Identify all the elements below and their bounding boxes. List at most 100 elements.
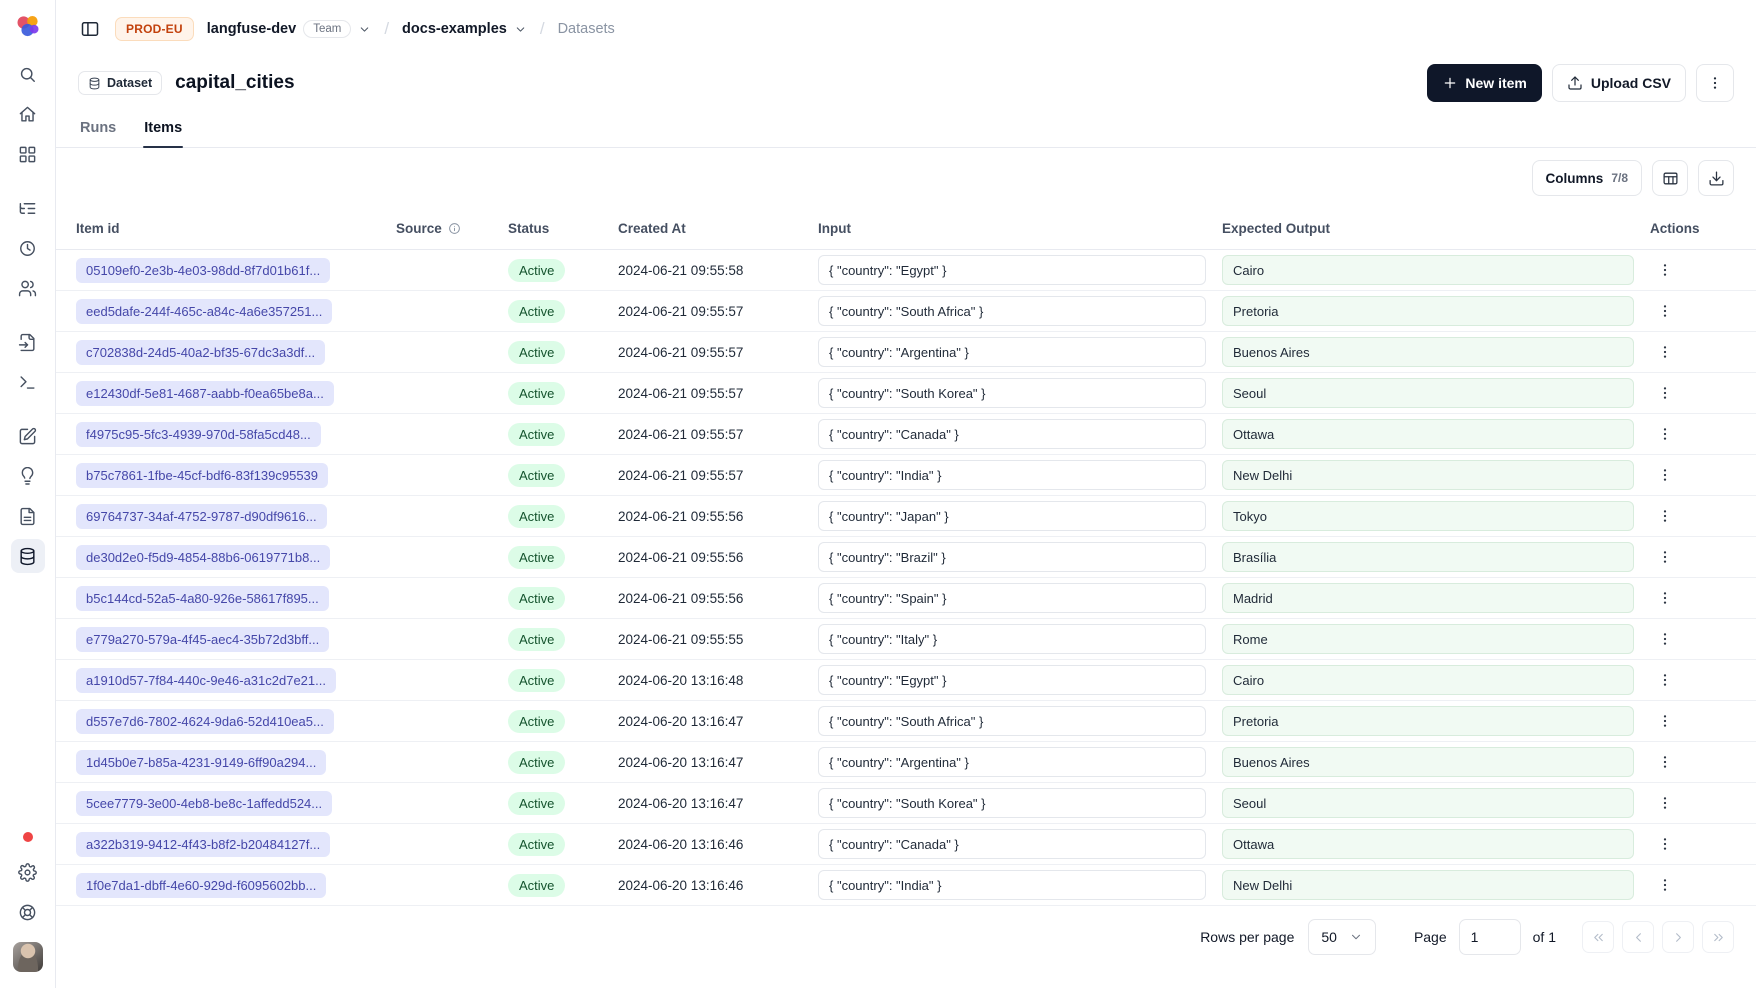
row-actions-button[interactable] — [1650, 870, 1680, 900]
item-id-link[interactable]: de30d2e0-f5d9-4854-88b6-0619771b8... — [76, 545, 330, 570]
tab-runs[interactable]: Runs — [79, 120, 117, 147]
row-actions-button[interactable] — [1650, 460, 1680, 490]
input-cell[interactable]: { "country": "Brazil" } — [818, 542, 1206, 572]
next-page-button[interactable] — [1662, 921, 1694, 953]
row-actions-button[interactable] — [1650, 624, 1680, 654]
columns-button[interactable]: Columns 7/8 — [1532, 160, 1642, 196]
item-id-link[interactable]: e779a270-579a-4f45-aec4-35b72d3bff... — [76, 627, 329, 652]
input-cell[interactable]: { "country": "India" } — [818, 460, 1206, 490]
sidebar-toggle-button[interactable] — [78, 17, 102, 41]
expected-output-cell[interactable]: Pretoria — [1222, 706, 1634, 736]
page-more-actions-button[interactable] — [1696, 64, 1734, 102]
page-number-input[interactable] — [1459, 919, 1521, 955]
column-header-status[interactable]: Status — [508, 221, 618, 236]
input-cell[interactable]: { "country": "Canada" } — [818, 829, 1206, 859]
item-id-link[interactable]: 69764737-34af-4752-9787-d90df9616... — [76, 504, 327, 529]
expected-output-cell[interactable]: Rome — [1222, 624, 1634, 654]
column-header-input[interactable]: Input — [818, 221, 1222, 236]
sidebar-item-playground[interactable] — [11, 365, 45, 399]
sidebar-item-prompts[interactable] — [11, 325, 45, 359]
input-cell[interactable]: { "country": "Egypt" } — [818, 255, 1206, 285]
column-header-expected-output[interactable]: Expected Output — [1222, 221, 1650, 236]
sidebar-item-scores[interactable] — [11, 499, 45, 533]
expected-output-cell[interactable]: New Delhi — [1222, 460, 1634, 490]
input-cell[interactable]: { "country": "Egypt" } — [818, 665, 1206, 695]
expected-output-cell[interactable]: Buenos Aires — [1222, 747, 1634, 777]
expected-output-cell[interactable]: Ottawa — [1222, 419, 1634, 449]
sidebar-item-search[interactable] — [11, 57, 45, 91]
expected-output-cell[interactable]: Tokyo — [1222, 501, 1634, 531]
breadcrumb-organization[interactable]: langfuse-dev Team — [207, 20, 372, 38]
langfuse-logo[interactable] — [14, 12, 42, 40]
previous-page-button[interactable] — [1622, 921, 1654, 953]
row-actions-button[interactable] — [1650, 665, 1680, 695]
new-item-button[interactable]: New item — [1427, 64, 1541, 102]
item-id-link[interactable]: d557e7d6-7802-4624-9da6-52d410ea5... — [76, 709, 334, 734]
rows-per-page-select[interactable]: 50 — [1308, 919, 1376, 955]
item-id-link[interactable]: 1f0e7da1-dbff-4e60-929d-f6095602bb... — [76, 873, 326, 898]
expected-output-cell[interactable]: Cairo — [1222, 665, 1634, 695]
expected-output-cell[interactable]: Ottawa — [1222, 829, 1634, 859]
input-cell[interactable]: { "country": "Argentina" } — [818, 747, 1206, 777]
column-header-item-id[interactable]: Item id — [56, 221, 396, 236]
item-id-link[interactable]: 5cee7779-3e00-4eb8-be8c-1affedd524... — [76, 791, 332, 816]
row-actions-button[interactable] — [1650, 747, 1680, 777]
input-cell[interactable]: { "country": "Canada" } — [818, 419, 1206, 449]
expected-output-cell[interactable]: Seoul — [1222, 378, 1634, 408]
expected-output-cell[interactable]: Brasília — [1222, 542, 1634, 572]
item-id-link[interactable]: 05109ef0-2e3b-4e03-98dd-8f7d01b61f... — [76, 258, 330, 283]
row-actions-button[interactable] — [1650, 829, 1680, 859]
upload-csv-button[interactable]: Upload CSV — [1552, 64, 1686, 102]
input-cell[interactable]: { "country": "Japan" } — [818, 501, 1206, 531]
row-height-button[interactable] — [1652, 160, 1688, 196]
row-actions-button[interactable] — [1650, 419, 1680, 449]
item-id-link[interactable]: c702838d-24d5-40a2-bf35-67dc3a3df... — [76, 340, 325, 365]
item-id-link[interactable]: e12430df-5e81-4687-aabb-f0ea65be8a... — [76, 381, 334, 406]
expected-output-cell[interactable]: Buenos Aires — [1222, 337, 1634, 367]
row-actions-button[interactable] — [1650, 296, 1680, 326]
item-id-link[interactable]: a1910d57-7f84-440c-9e46-a31c2d7e21... — [76, 668, 336, 693]
input-cell[interactable]: { "country": "India" } — [818, 870, 1206, 900]
input-cell[interactable]: { "country": "South Africa" } — [818, 706, 1206, 736]
tab-items[interactable]: Items — [143, 120, 183, 147]
column-header-source[interactable]: Source — [396, 221, 508, 236]
expected-output-cell[interactable]: Seoul — [1222, 788, 1634, 818]
item-id-link[interactable]: b5c144cd-52a5-4a80-926e-58617f895... — [76, 586, 329, 611]
row-actions-button[interactable] — [1650, 501, 1680, 531]
sidebar-item-annotation[interactable] — [11, 419, 45, 453]
expected-output-cell[interactable]: Cairo — [1222, 255, 1634, 285]
export-button[interactable] — [1698, 160, 1734, 196]
item-id-link[interactable]: b75c7861-1fbe-45cf-bdf6-83f139c95539 — [76, 463, 328, 488]
column-header-created-at[interactable]: Created At — [618, 221, 818, 236]
row-actions-button[interactable] — [1650, 583, 1680, 613]
sidebar-item-home[interactable] — [11, 97, 45, 131]
first-page-button[interactable] — [1582, 921, 1614, 953]
input-cell[interactable]: { "country": "Argentina" } — [818, 337, 1206, 367]
expected-output-cell[interactable]: New Delhi — [1222, 870, 1634, 900]
input-cell[interactable]: { "country": "South Korea" } — [818, 378, 1206, 408]
row-actions-button[interactable] — [1650, 337, 1680, 367]
item-id-link[interactable]: eed5dafe-244f-465c-a84c-4a6e357251... — [76, 299, 332, 324]
breadcrumb-section[interactable]: Datasets — [558, 21, 615, 37]
row-actions-button[interactable] — [1650, 706, 1680, 736]
expected-output-cell[interactable]: Pretoria — [1222, 296, 1634, 326]
chevron-down-icon[interactable] — [514, 23, 527, 36]
expected-output-cell[interactable]: Madrid — [1222, 583, 1634, 613]
input-cell[interactable]: { "country": "South Africa" } — [818, 296, 1206, 326]
sidebar-item-users[interactable] — [11, 271, 45, 305]
sidebar-item-sessions[interactable] — [11, 231, 45, 265]
row-actions-button[interactable] — [1650, 255, 1680, 285]
input-cell[interactable]: { "country": "Spain" } — [818, 583, 1206, 613]
item-id-link[interactable]: 1d45b0e7-b85a-4231-9149-6ff90a294... — [76, 750, 326, 775]
row-actions-button[interactable] — [1650, 788, 1680, 818]
sidebar-item-tracing[interactable] — [11, 191, 45, 225]
input-cell[interactable]: { "country": "Italy" } — [818, 624, 1206, 654]
user-avatar[interactable] — [13, 942, 43, 972]
sidebar-item-support[interactable] — [11, 895, 45, 929]
chevron-down-icon[interactable] — [358, 23, 371, 36]
last-page-button[interactable] — [1702, 921, 1734, 953]
input-cell[interactable]: { "country": "South Korea" } — [818, 788, 1206, 818]
sidebar-item-dashboards[interactable] — [11, 137, 45, 171]
sidebar-item-settings[interactable] — [11, 855, 45, 889]
breadcrumb-project[interactable]: docs-examples — [402, 21, 527, 37]
